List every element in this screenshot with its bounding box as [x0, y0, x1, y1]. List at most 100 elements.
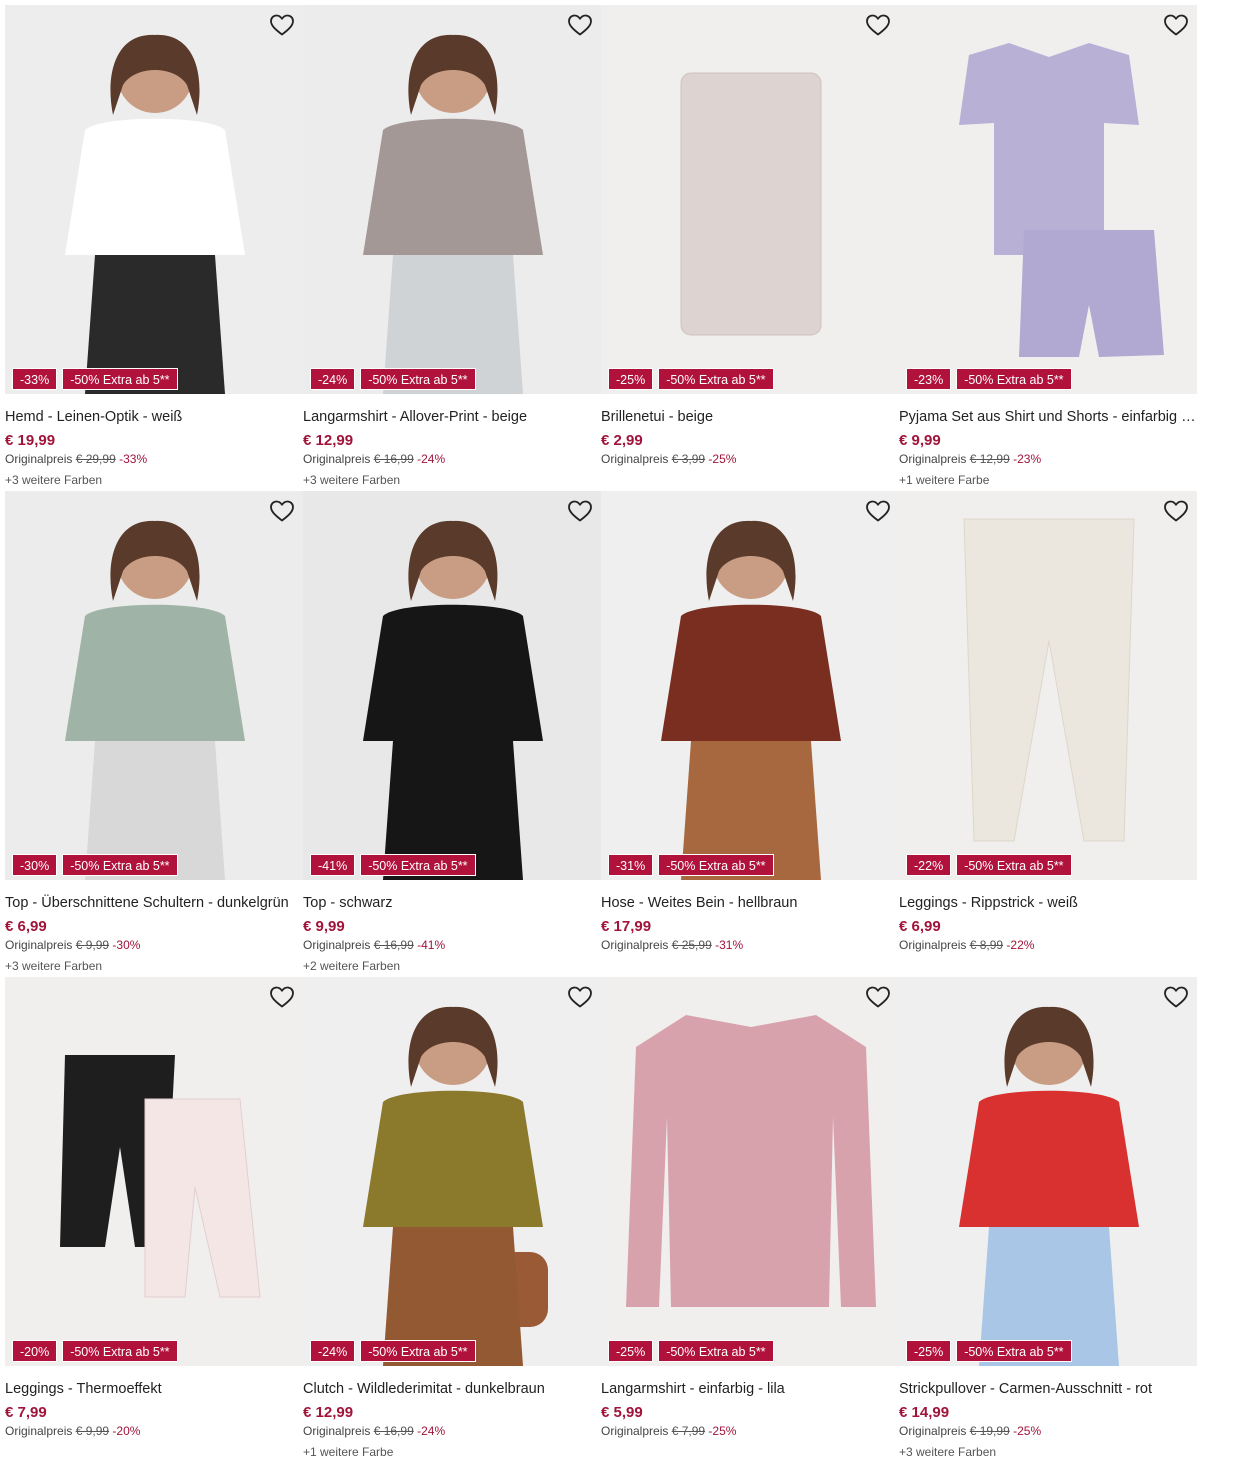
extra-discount-badge: -50% Extra ab 5** — [62, 1340, 178, 1362]
discount-badge: -24% — [310, 1340, 356, 1362]
product-image[interactable]: -24% -50% Extra ab 5** — [303, 5, 601, 394]
discount-badge: -33% — [12, 368, 58, 390]
original-price-value: € 3,99 — [671, 452, 706, 466]
heart-icon[interactable] — [865, 499, 891, 523]
heart-icon[interactable] — [1163, 13, 1189, 37]
product-image[interactable]: -30% -50% Extra ab 5** — [5, 491, 303, 880]
original-price-label: Originalpreis — [601, 938, 669, 952]
product-card[interactable]: -33% -50% Extra ab 5** Hemd - Leinen-Optik… — [5, 5, 303, 488]
discount-badge: -23% — [906, 368, 952, 390]
more-colors-link[interactable]: +3 weitere Farben — [303, 472, 601, 488]
extra-discount-badge: -50% Extra ab 5** — [658, 368, 774, 390]
heart-icon[interactable] — [1163, 499, 1189, 523]
original-price-label: Originalpreis — [601, 1424, 669, 1438]
product-card[interactable]: -24% -50% Extra ab 5** Clutch - Wildlederi… — [303, 977, 601, 1460]
product-card[interactable]: -25% -50% Extra ab 5** Langarmshirt - einf… — [601, 977, 899, 1439]
discount-percent: -25% — [1013, 1424, 1042, 1438]
product-image[interactable]: -41% -50% Extra ab 5** — [303, 491, 601, 880]
product-price: € 12,99 — [303, 1404, 354, 1421]
heart-icon[interactable] — [1163, 985, 1189, 1009]
more-colors-link[interactable]: +2 weitere Farben — [303, 958, 601, 974]
product-price: € 5,99 — [601, 1404, 643, 1421]
discount-badges: -33% -50% Extra ab 5** — [12, 368, 178, 390]
product-price: € 9,99 — [899, 432, 941, 449]
product-price: € 14,99 — [899, 1404, 950, 1421]
original-price: Originalpreis € 19,99 -25% — [899, 1423, 1197, 1439]
product-image[interactable]: -20% -50% Extra ab 5** — [5, 977, 303, 1366]
more-colors-link[interactable]: +3 weitere Farben — [5, 472, 303, 488]
product-card[interactable]: -41% -50% Extra ab 5** Top - schwarz € 9,99… — [303, 491, 601, 974]
product-price: € 7,99 — [5, 1404, 47, 1421]
original-price-label: Originalpreis — [5, 452, 73, 466]
product-card[interactable]: -31% -50% Extra ab 5** Hose - Weites Bein … — [601, 491, 899, 953]
heart-icon[interactable] — [269, 499, 295, 523]
product-price: € 6,99 — [899, 918, 941, 935]
discount-badges: -25% -50% Extra ab 5** — [608, 368, 774, 390]
original-price: Originalpreis € 12,99 -23% — [899, 451, 1197, 467]
heart-icon[interactable] — [865, 13, 891, 37]
product-title[interactable]: Hose - Weites Bein - hellbraun — [601, 894, 899, 912]
more-colors-link[interactable]: +1 weitere Farbe — [303, 1444, 601, 1460]
product-title[interactable]: Brillenetui - beige — [601, 408, 899, 426]
product-title[interactable]: Top - Überschnittene Schultern - dunkelg… — [5, 894, 303, 912]
original-price-value: € 25,99 — [671, 938, 712, 952]
discount-badge: -30% — [12, 854, 58, 876]
product-title[interactable]: Langarmshirt - einfarbig - lila — [601, 1380, 899, 1398]
original-price-value: € 12,99 — [969, 452, 1010, 466]
heart-icon[interactable] — [567, 13, 593, 37]
product-title[interactable]: Strickpullover - Carmen-Ausschnitt - rot — [899, 1380, 1197, 1398]
product-title[interactable]: Hemd - Leinen-Optik - weiß — [5, 408, 303, 426]
original-price: Originalpreis € 8,99 -22% — [899, 937, 1197, 953]
product-image[interactable]: -23% -50% Extra ab 5** — [899, 5, 1197, 394]
discount-badge: -25% — [608, 368, 654, 390]
product-image[interactable]: -25% -50% Extra ab 5** — [601, 977, 899, 1366]
product-price: € 6,99 — [5, 918, 47, 935]
original-price: Originalpreis € 3,99 -25% — [601, 451, 899, 467]
more-colors-link[interactable]: +1 weitere Farbe — [899, 472, 1197, 488]
product-card[interactable]: -20% -50% Extra ab 5** Leggings - Thermoef… — [5, 977, 303, 1439]
product-card[interactable]: -30% -50% Extra ab 5** Top - Überschnitten… — [5, 491, 303, 974]
product-card[interactable]: -22% -50% Extra ab 5** Leggings - Rippstri… — [899, 491, 1197, 953]
heart-icon[interactable] — [567, 985, 593, 1009]
extra-discount-badge: -50% Extra ab 5** — [62, 854, 178, 876]
product-card[interactable]: -24% -50% Extra ab 5** Langarmshirt - Allo… — [303, 5, 601, 488]
discount-badge: -24% — [310, 368, 356, 390]
original-price-label: Originalpreis — [303, 452, 371, 466]
product-title[interactable]: Leggings - Rippstrick - weiß — [899, 894, 1197, 912]
original-price: Originalpreis € 16,99 -41% — [303, 937, 601, 953]
product-price: € 19,99 — [5, 432, 56, 449]
product-title[interactable]: Pyjama Set aus Shirt und Shorts - einfar… — [899, 408, 1197, 426]
original-price-value: € 16,99 — [373, 452, 414, 466]
discount-badges: -20% -50% Extra ab 5** — [12, 1340, 178, 1362]
original-price-value: € 9,99 — [75, 938, 110, 952]
heart-icon[interactable] — [269, 13, 295, 37]
product-title[interactable]: Clutch - Wildlederimitat - dunkelbraun — [303, 1380, 601, 1398]
product-title[interactable]: Top - schwarz — [303, 894, 601, 912]
product-image[interactable]: -25% -50% Extra ab 5** — [899, 977, 1197, 1366]
extra-discount-badge: -50% Extra ab 5** — [956, 368, 1072, 390]
original-price: Originalpreis € 16,99 -24% — [303, 1423, 601, 1439]
original-price-value: € 8,99 — [969, 938, 1004, 952]
product-card[interactable]: -23% -50% Extra ab 5** Pyjama Set aus Shir… — [899, 5, 1197, 488]
product-price: € 12,99 — [303, 432, 354, 449]
discount-badges: -22% -50% Extra ab 5** — [906, 854, 1072, 876]
more-colors-link[interactable]: +3 weitere Farben — [899, 1444, 1197, 1460]
product-image[interactable]: -22% -50% Extra ab 5** — [899, 491, 1197, 880]
product-card[interactable]: -25% -50% Extra ab 5** Strickpullover - Ca… — [899, 977, 1197, 1460]
product-card[interactable]: -25% -50% Extra ab 5** Brillenetui - beige… — [601, 5, 899, 467]
heart-icon[interactable] — [567, 499, 593, 523]
discount-percent: -33% — [119, 452, 148, 466]
discount-badges: -30% -50% Extra ab 5** — [12, 854, 178, 876]
product-image[interactable]: -24% -50% Extra ab 5** — [303, 977, 601, 1366]
product-image[interactable]: -25% -50% Extra ab 5** — [601, 5, 899, 394]
heart-icon[interactable] — [865, 985, 891, 1009]
discount-badges: -25% -50% Extra ab 5** — [906, 1340, 1072, 1362]
product-image[interactable]: -31% -50% Extra ab 5** — [601, 491, 899, 880]
heart-icon[interactable] — [269, 985, 295, 1009]
product-price: € 2,99 — [601, 432, 643, 449]
product-image[interactable]: -33% -50% Extra ab 5** — [5, 5, 303, 394]
more-colors-link[interactable]: +3 weitere Farben — [5, 958, 303, 974]
discount-badges: -23% -50% Extra ab 5** — [906, 368, 1072, 390]
product-title[interactable]: Leggings - Thermoeffekt — [5, 1380, 303, 1398]
product-title[interactable]: Langarmshirt - Allover-Print - beige — [303, 408, 601, 426]
